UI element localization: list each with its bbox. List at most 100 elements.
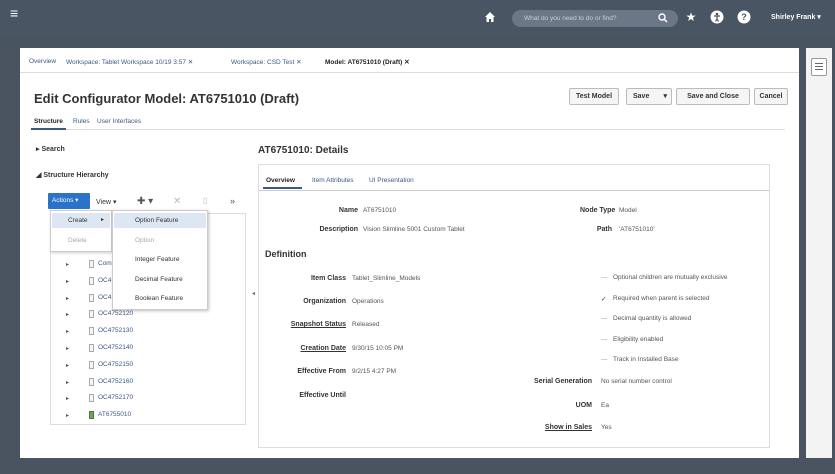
delete-x-icon[interactable]: ✕ [173, 196, 181, 207]
tab-workspace-tablet[interactable]: Workspace: Tablet Workspace 10/19 3:57 ✕ [66, 58, 193, 66]
unchecked-dash-icon: — [601, 356, 608, 363]
unchecked-dash-icon: — [601, 336, 608, 343]
search-section-toggle[interactable]: ▸ Search [36, 145, 65, 153]
tab-details-overview[interactable]: Overview [266, 177, 295, 184]
splitter-handle[interactable]: ◂ [252, 290, 255, 297]
search-placeholder: What do you need to do or find? [524, 15, 617, 22]
feature-node-icon [89, 260, 94, 268]
search-icon[interactable] [658, 13, 668, 23]
test-model-button[interactable]: Test Model [569, 88, 619, 105]
menu-item-option[interactable]: Option [135, 237, 154, 244]
show-in-sales-value: Yes [601, 424, 612, 431]
node-type-value: Model [619, 207, 637, 214]
copy-icon[interactable]: ▯ [203, 196, 207, 205]
menu-item-option-feature[interactable]: Option Feature [135, 217, 178, 224]
name-label: Name [338, 207, 358, 214]
tab-rules[interactable]: Rules [73, 118, 90, 125]
item-class-label: Item Class [310, 275, 346, 282]
navigator-menu-icon[interactable]: ≡ [10, 6, 24, 20]
tree-expand-icon[interactable]: ▸ [66, 311, 69, 318]
tabs-divider [259, 190, 769, 191]
description-value: Vision Slimline 5001 Custom Tablet [363, 226, 465, 233]
tree-expand-icon[interactable]: ▸ [66, 412, 69, 419]
feature-node-icon [89, 378, 94, 386]
actions-menu-button[interactable]: Actions ▾ [48, 193, 90, 209]
structure-hierarchy-toggle[interactable]: ◢ Structure Hierarchy [36, 171, 109, 179]
tree-row[interactable]: OC4752160 [98, 378, 133, 385]
chevron-right-icon: ▸ [101, 217, 105, 223]
menu-item-create[interactable]: Create [68, 217, 88, 224]
tree-expand-icon[interactable]: ▸ [66, 362, 69, 369]
tab-ui-presentation[interactable]: UI Presentation [369, 177, 414, 184]
global-search-input[interactable]: What do you need to do or find? [512, 10, 678, 27]
tree-row[interactable]: AT6755010 [98, 411, 131, 418]
tree-expand-icon[interactable]: ▸ [66, 379, 69, 386]
tree-expand-icon[interactable]: ▸ [66, 278, 69, 285]
save-button[interactable]: Save ▾ [626, 88, 672, 105]
svg-text:?: ? [741, 12, 747, 22]
structure-hierarchy-label: Structure Hierarchy [43, 172, 109, 179]
node-type-label: Node Type [580, 207, 616, 214]
uom-value: Ea [601, 402, 609, 409]
name-value: AT6751010 [363, 207, 397, 214]
effective-from-label: Effective From [297, 368, 346, 375]
tree-row[interactable]: OC4752170 [98, 394, 133, 401]
flag-label: Decimal quantity is allowed [613, 315, 692, 322]
view-menu-button[interactable]: View ▾ [96, 198, 117, 206]
tree-row[interactable]: OC4 [98, 277, 111, 284]
tree-row[interactable]: OC4752130 [98, 327, 133, 334]
effective-from-value: 9/2/15 4:27 PM [352, 368, 397, 375]
save-button-label: Save [633, 93, 650, 100]
home-icon[interactable] [484, 11, 496, 23]
menu-item-integer-feature[interactable]: Integer Feature [135, 256, 179, 263]
tab-structure[interactable]: Structure [31, 118, 66, 130]
tree-row[interactable]: OC4752150 [98, 361, 133, 368]
cancel-button[interactable]: Cancel [754, 88, 788, 105]
tree-expand-icon[interactable]: ▸ [66, 261, 69, 268]
tab-item-attributes[interactable]: Item Attributes [312, 177, 354, 184]
menu-item-decimal-feature[interactable]: Decimal Feature [135, 276, 183, 283]
chevron-down-icon[interactable]: ▾ [663, 89, 667, 104]
feature-node-icon [89, 277, 94, 285]
tree-expand-icon[interactable]: ▸ [66, 395, 69, 402]
favorites-star-icon[interactable]: ★ [684, 10, 698, 24]
help-icon[interactable]: ? [737, 10, 751, 24]
serial-generation-label: Serial Generation [534, 378, 592, 385]
model-node-icon [89, 411, 94, 419]
user-menu[interactable]: Shirley Frank ▾ [771, 13, 821, 21]
model-subtabs: Structure Rules User Interfaces [31, 116, 785, 130]
tree-expand-icon[interactable]: ▸ [66, 345, 69, 352]
tree-row[interactable]: Com [98, 260, 112, 267]
tree-expand-icon[interactable]: ▸ [66, 328, 69, 335]
snapshot-status-label[interactable]: Snapshot Status [270, 321, 346, 328]
save-and-close-button[interactable]: Save and Close [676, 88, 750, 105]
tree-row[interactable]: OC4752140 [98, 344, 133, 351]
organization-value: Operations [352, 298, 384, 305]
tab-overview[interactable]: Overview [29, 58, 56, 65]
serial-generation-value: No serial number control [601, 378, 672, 385]
creation-date-label[interactable]: Creation Date [282, 345, 346, 352]
panel-drawer-icon[interactable] [811, 58, 827, 76]
tab-user-interfaces[interactable]: User Interfaces [97, 118, 141, 125]
tree-expand-icon[interactable]: ▸ [66, 295, 69, 302]
path-value: 'AT6751010' [619, 226, 655, 233]
overflow-chevron-icon[interactable]: » [230, 196, 235, 206]
tab-workspace-csd[interactable]: Workspace: CSD Test ✕ [231, 58, 302, 66]
creation-date-value: 9/30/15 10:05 PM [352, 345, 404, 352]
search-section-label: Search [41, 146, 65, 153]
add-icon[interactable]: ✚ ▾ [137, 196, 153, 207]
organization-label: Organization [303, 298, 346, 305]
checked-icon: ✓ [601, 296, 607, 303]
feature-node-icon [89, 344, 94, 352]
menu-item-delete[interactable]: Delete [68, 237, 87, 244]
menu-item-boolean-feature[interactable]: Boolean Feature [135, 295, 183, 302]
flag-label: Eligibility enabled [613, 336, 664, 343]
tree-row[interactable]: OC4 [98, 294, 111, 301]
tab-model-draft[interactable]: Model: AT6751010 (Draft) ✕ [325, 58, 410, 66]
show-in-sales-label[interactable]: Show in Sales [530, 424, 592, 431]
feature-node-icon [89, 294, 94, 302]
feature-node-icon [89, 310, 94, 318]
accessibility-icon[interactable] [710, 10, 724, 24]
uom-label: UOM [575, 402, 592, 409]
tree-row[interactable]: OC4752120 [98, 310, 133, 317]
